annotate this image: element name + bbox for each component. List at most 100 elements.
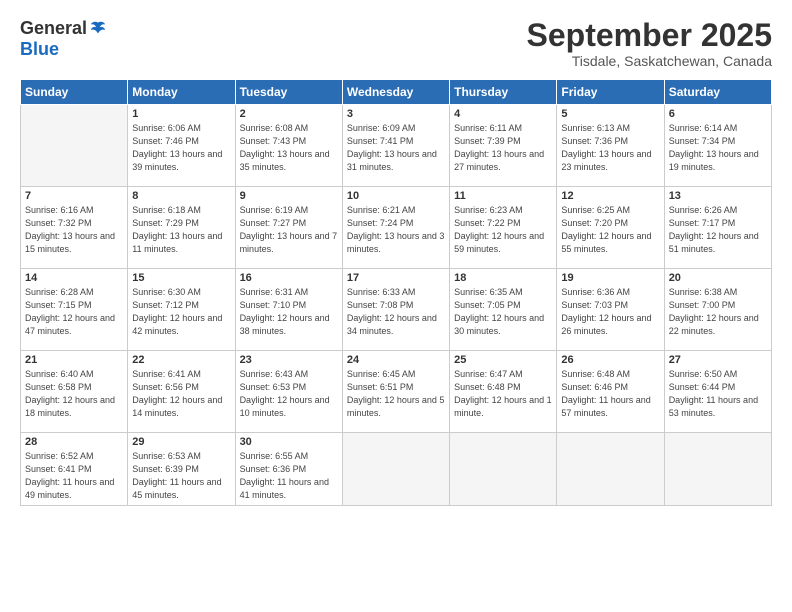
day-info: Sunrise: 6:19 AMSunset: 7:27 PMDaylight:… (240, 204, 338, 256)
day-cell-18: 18 Sunrise: 6:35 AMSunset: 7:05 PMDayligh… (450, 269, 557, 351)
logo: General Blue (20, 18, 107, 60)
location: Tisdale, Saskatchewan, Canada (527, 53, 772, 69)
day-cell-24: 24 Sunrise: 6:45 AMSunset: 6:51 PMDayligh… (342, 351, 449, 433)
day-cell-25: 25 Sunrise: 6:47 AMSunset: 6:48 PMDayligh… (450, 351, 557, 433)
day-number: 6 (669, 108, 767, 120)
day-number: 13 (669, 190, 767, 202)
month-title: September 2025 (527, 18, 772, 53)
day-number: 4 (454, 108, 552, 120)
logo-blue-text: Blue (20, 39, 59, 60)
day-info: Sunrise: 6:30 AMSunset: 7:12 PMDaylight:… (132, 286, 230, 338)
day-info: Sunrise: 6:31 AMSunset: 7:10 PMDaylight:… (240, 286, 338, 338)
day-info: Sunrise: 6:41 AMSunset: 6:56 PMDaylight:… (132, 368, 230, 420)
day-info: Sunrise: 6:11 AMSunset: 7:39 PMDaylight:… (454, 122, 552, 174)
day-info: Sunrise: 6:09 AMSunset: 7:41 PMDaylight:… (347, 122, 445, 174)
day-cell-17: 17Sunrise: 6:33 AMSunset: 7:08 PMDayligh… (342, 269, 449, 351)
day-info: Sunrise: 6:14 AMSunset: 7:34 PMDaylight:… (669, 122, 767, 174)
empty-cell (557, 433, 664, 506)
day-number: 17 (347, 272, 445, 284)
day-number: 10 (347, 190, 445, 202)
day-info: Sunrise: 6:16 AMSunset: 7:32 PMDaylight:… (25, 204, 123, 256)
day-number: 21 (25, 354, 123, 366)
header: General Blue September 2025 Tisdale, Sas… (20, 18, 772, 69)
day-cell-14: 14Sunrise: 6:28 AMSunset: 7:15 PMDayligh… (21, 269, 128, 351)
week-row-3: 14Sunrise: 6:28 AMSunset: 7:15 PMDayligh… (21, 269, 772, 351)
day-header-tuesday: Tuesday (235, 80, 342, 105)
day-info: Sunrise: 6:38 AMSunset: 7:00 PMDaylight:… (669, 286, 767, 338)
day-number: 22 (132, 354, 230, 366)
day-info: Sunrise: 6:52 AMSunset: 6:41 PMDaylight:… (25, 450, 123, 502)
day-number: 27 (669, 354, 767, 366)
day-info: Sunrise: 6:06 AMSunset: 7:46 PMDaylight:… (132, 122, 230, 174)
day-number: 30 (240, 436, 338, 448)
day-header-friday: Friday (557, 80, 664, 105)
day-number: 1 (132, 108, 230, 120)
day-cell-30: 30 Sunrise: 6:55 AMSunset: 6:36 PMDayligh… (235, 433, 342, 506)
day-info: Sunrise: 6:25 AMSunset: 7:20 PMDaylight:… (561, 204, 659, 256)
day-info: Sunrise: 6:23 AMSunset: 7:22 PMDaylight:… (454, 204, 552, 256)
day-header-saturday: Saturday (664, 80, 771, 105)
day-number: 16 (240, 272, 338, 284)
day-number: 29 (132, 436, 230, 448)
day-cell-2: 2 Sunrise: 6:08 AMSunset: 7:43 PMDaylight… (235, 105, 342, 187)
day-header-wednesday: Wednesday (342, 80, 449, 105)
day-info: Sunrise: 6:50 AMSunset: 6:44 PMDaylight:… (669, 368, 767, 420)
day-info: Sunrise: 6:35 AMSunset: 7:05 PMDaylight:… (454, 286, 552, 338)
day-number: 26 (561, 354, 659, 366)
day-number: 7 (25, 190, 123, 202)
day-cell-3: 3Sunrise: 6:09 AMSunset: 7:41 PMDaylight… (342, 105, 449, 187)
day-info: Sunrise: 6:45 AMSunset: 6:51 PMDaylight:… (347, 368, 445, 420)
day-info: Sunrise: 6:26 AMSunset: 7:17 PMDaylight:… (669, 204, 767, 256)
day-cell-29: 29 Sunrise: 6:53 AMSunset: 6:39 PMDayligh… (128, 433, 235, 506)
day-cell-6: 6 Sunrise: 6:14 AMSunset: 7:34 PMDaylight… (664, 105, 771, 187)
week-row-4: 21Sunrise: 6:40 AMSunset: 6:58 PMDayligh… (21, 351, 772, 433)
day-cell-5: 5Sunrise: 6:13 AMSunset: 7:36 PMDaylight… (557, 105, 664, 187)
day-info: Sunrise: 6:18 AMSunset: 7:29 PMDaylight:… (132, 204, 230, 256)
day-info: Sunrise: 6:36 AMSunset: 7:03 PMDaylight:… (561, 286, 659, 338)
empty-cell (450, 433, 557, 506)
week-row-5: 28Sunrise: 6:52 AMSunset: 6:41 PMDayligh… (21, 433, 772, 506)
day-number: 15 (132, 272, 230, 284)
day-info: Sunrise: 6:43 AMSunset: 6:53 PMDaylight:… (240, 368, 338, 420)
day-cell-1: 1 Sunrise: 6:06 AMSunset: 7:46 PMDaylight… (128, 105, 235, 187)
day-cell-7: 7 Sunrise: 6:16 AMSunset: 7:32 PMDaylight… (21, 187, 128, 269)
day-number: 12 (561, 190, 659, 202)
logo-bird-icon (89, 20, 107, 38)
day-number: 20 (669, 272, 767, 284)
day-number: 18 (454, 272, 552, 284)
empty-cell (664, 433, 771, 506)
day-number: 11 (454, 190, 552, 202)
day-number: 19 (561, 272, 659, 284)
week-row-1: 1 Sunrise: 6:06 AMSunset: 7:46 PMDaylight… (21, 105, 772, 187)
day-number: 14 (25, 272, 123, 284)
day-header-monday: Monday (128, 80, 235, 105)
title-block: September 2025 Tisdale, Saskatchewan, Ca… (527, 18, 772, 69)
calendar-header-row: SundayMondayTuesdayWednesdayThursdayFrid… (21, 80, 772, 105)
day-info: Sunrise: 6:21 AMSunset: 7:24 PMDaylight:… (347, 204, 445, 256)
day-number: 24 (347, 354, 445, 366)
day-cell-19: 19 Sunrise: 6:36 AMSunset: 7:03 PMDayligh… (557, 269, 664, 351)
day-info: Sunrise: 6:13 AMSunset: 7:36 PMDaylight:… (561, 122, 659, 174)
day-info: Sunrise: 6:53 AMSunset: 6:39 PMDaylight:… (132, 450, 230, 502)
day-info: Sunrise: 6:55 AMSunset: 6:36 PMDaylight:… (240, 450, 338, 502)
day-info: Sunrise: 6:47 AMSunset: 6:48 PMDaylight:… (454, 368, 552, 420)
day-info: Sunrise: 6:08 AMSunset: 7:43 PMDaylight:… (240, 122, 338, 174)
day-cell-11: 11 Sunrise: 6:23 AMSunset: 7:22 PMDayligh… (450, 187, 557, 269)
day-cell-4: 4 Sunrise: 6:11 AMSunset: 7:39 PMDaylight… (450, 105, 557, 187)
calendar: SundayMondayTuesdayWednesdayThursdayFrid… (20, 79, 772, 506)
day-header-sunday: Sunday (21, 80, 128, 105)
empty-cell (342, 433, 449, 506)
day-number: 9 (240, 190, 338, 202)
day-cell-28: 28Sunrise: 6:52 AMSunset: 6:41 PMDayligh… (21, 433, 128, 506)
week-row-2: 7 Sunrise: 6:16 AMSunset: 7:32 PMDaylight… (21, 187, 772, 269)
day-cell-12: 12 Sunrise: 6:25 AMSunset: 7:20 PMDayligh… (557, 187, 664, 269)
day-header-thursday: Thursday (450, 80, 557, 105)
day-info: Sunrise: 6:48 AMSunset: 6:46 PMDaylight:… (561, 368, 659, 420)
day-number: 23 (240, 354, 338, 366)
day-number: 8 (132, 190, 230, 202)
day-number: 25 (454, 354, 552, 366)
logo-general-text: General (20, 18, 87, 39)
day-cell-26: 26 Sunrise: 6:48 AMSunset: 6:46 PMDayligh… (557, 351, 664, 433)
day-number: 2 (240, 108, 338, 120)
day-cell-9: 9 Sunrise: 6:19 AMSunset: 7:27 PMDaylight… (235, 187, 342, 269)
